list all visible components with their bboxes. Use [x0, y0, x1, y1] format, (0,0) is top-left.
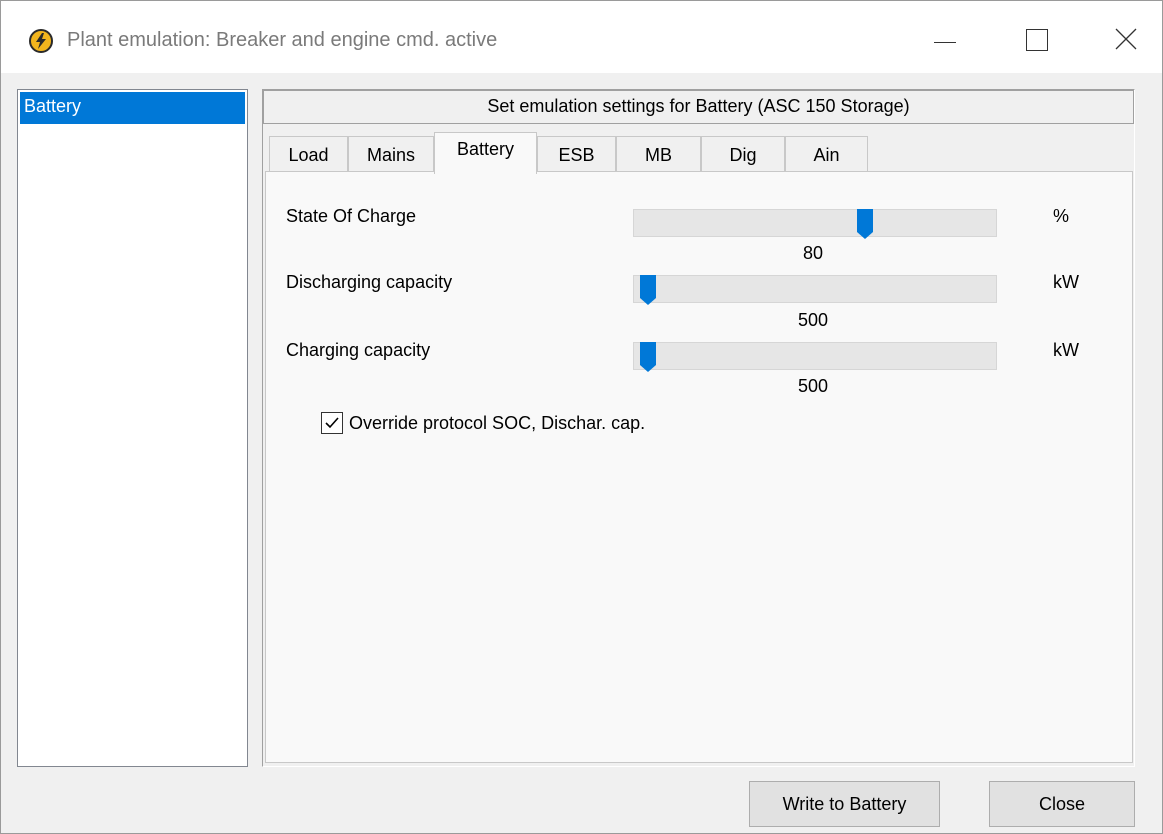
charging-capacity-slider-thumb[interactable] — [639, 341, 657, 373]
state-of-charge-value: 80 — [802, 243, 824, 263]
close-icon[interactable] — [1105, 21, 1149, 61]
tree-item-battery[interactable]: Battery — [20, 92, 245, 124]
discharging-capacity-unit: kW — [1053, 272, 1079, 292]
charging-capacity-unit: kW — [1053, 340, 1079, 360]
state-of-charge-slider-thumb[interactable] — [856, 208, 874, 240]
tab-mains[interactable]: Mains — [348, 136, 434, 172]
title-bar: Plant emulation: Breaker and engine cmd.… — [1, 1, 1162, 73]
tab-mb[interactable]: MB — [616, 136, 701, 172]
charging-capacity-label: Charging capacity — [286, 340, 431, 360]
state-of-charge-label: State Of Charge — [286, 206, 417, 226]
plant-emulation-window: Plant emulation: Breaker and engine cmd.… — [0, 0, 1163, 834]
discharging-capacity-label: Discharging capacity — [286, 272, 453, 292]
window-title: Plant emulation: Breaker and engine cmd.… — [67, 29, 498, 51]
lightning-bolt-icon — [29, 29, 53, 53]
discharging-capacity-value: 500 — [797, 310, 829, 330]
battery-tab-page — [265, 171, 1133, 763]
charging-capacity-slider[interactable] — [633, 342, 997, 370]
close-button[interactable]: Close — [989, 781, 1135, 827]
minimize-icon[interactable] — [926, 21, 970, 61]
state-of-charge-slider[interactable] — [633, 209, 997, 237]
panel-header: Set emulation settings for Battery (ASC … — [263, 90, 1134, 124]
tab-battery[interactable]: Battery — [434, 132, 537, 174]
tab-ain[interactable]: Ain — [785, 136, 868, 172]
tab-load[interactable]: Load — [269, 136, 348, 172]
override-protocol-checkbox[interactable] — [321, 412, 343, 434]
write-to-battery-button[interactable]: Write to Battery — [749, 781, 940, 827]
maximize-icon[interactable] — [1015, 21, 1059, 61]
discharging-capacity-slider[interactable] — [633, 275, 997, 303]
device-tree: Battery — [17, 89, 248, 767]
tab-dig[interactable]: Dig — [701, 136, 785, 172]
override-protocol-label: Override protocol SOC, Dischar. cap. — [349, 412, 646, 433]
discharging-capacity-slider-thumb[interactable] — [639, 274, 657, 306]
override-protocol-row: Override protocol SOC, Dischar. cap. — [321, 411, 645, 435]
tab-esb[interactable]: ESB — [537, 136, 616, 172]
charging-capacity-value: 500 — [797, 376, 829, 396]
state-of-charge-unit: % — [1053, 206, 1070, 226]
